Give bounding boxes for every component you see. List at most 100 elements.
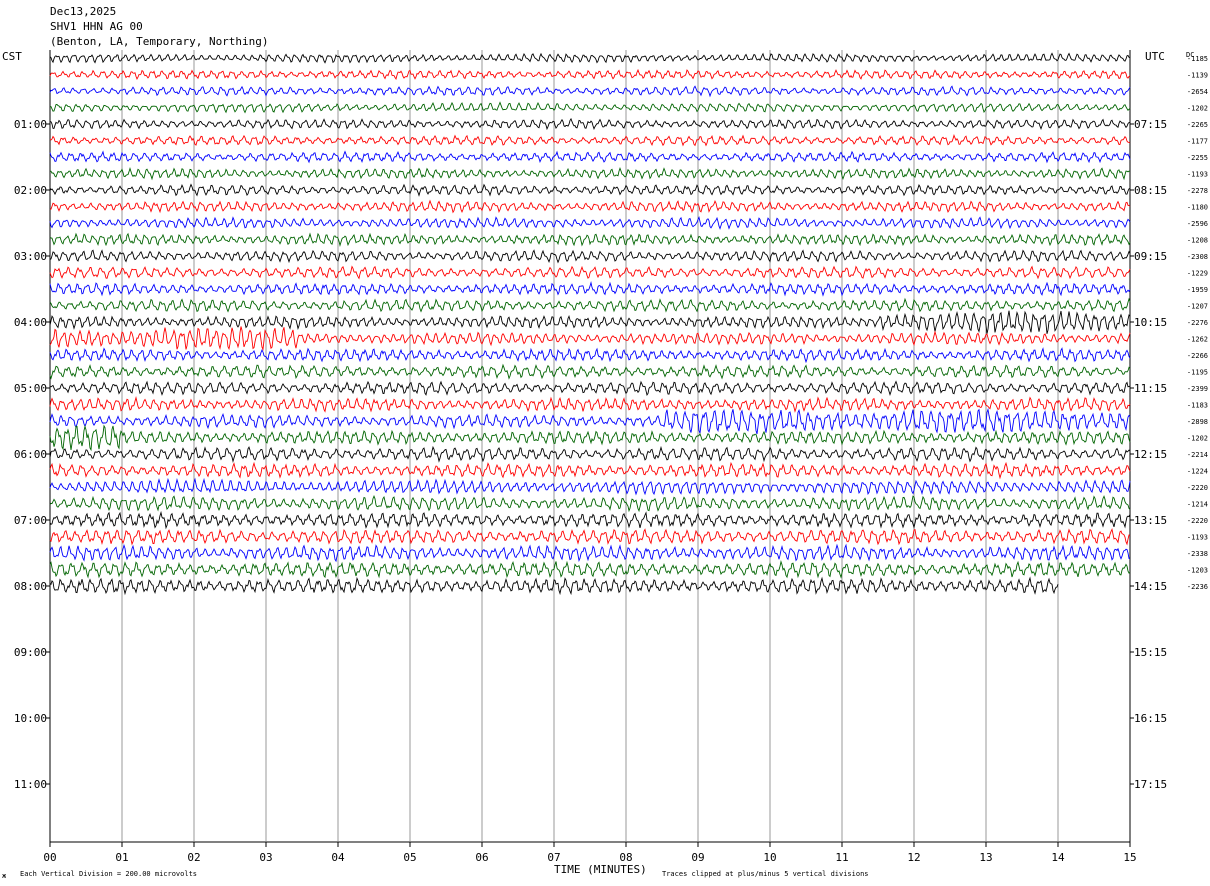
dc-offset-label: -1224: [1187, 468, 1208, 476]
dc-offset-label: -1177: [1187, 138, 1208, 146]
seismic-trace-row: [49, 363, 1131, 380]
dc-offset-label: -1214: [1187, 501, 1208, 509]
x-tick-label: 03: [259, 851, 272, 864]
x-tick-label: 10: [763, 851, 776, 864]
dc-offset-label: -1207: [1187, 303, 1208, 311]
dc-offset-label: -1229: [1187, 270, 1208, 278]
right-hour-label: 07:15: [1134, 118, 1167, 131]
right-hour-label: 15:15: [1134, 646, 1167, 659]
right-hour-label: 16:15: [1134, 712, 1167, 725]
seismic-trace-row: [49, 380, 1131, 396]
dc-offset-label: -1185: [1187, 55, 1208, 63]
dc-offset-label: -1959: [1187, 286, 1208, 294]
seismic-trace-row: [49, 543, 1131, 563]
x-tick-label: 12: [907, 851, 920, 864]
seismic-trace-row: [49, 310, 1131, 334]
corner-logo-icon: ж: [2, 872, 7, 880]
x-tick-label: 09: [691, 851, 704, 864]
dc-offset-label: -1139: [1187, 72, 1208, 80]
right-hour-label: 11:15: [1134, 382, 1167, 395]
dc-offset-label: -1195: [1187, 369, 1208, 377]
x-tick-label: 06: [475, 851, 488, 864]
dc-offset-label: -2654: [1187, 88, 1208, 96]
left-hour-label: 03:00: [14, 250, 47, 263]
left-hour-label: 10:00: [14, 712, 47, 725]
left-hour-label: 07:00: [14, 514, 47, 527]
left-hour-label: 02:00: [14, 184, 47, 197]
left-hour-label: 08:00: [14, 580, 47, 593]
x-tick-label: 04: [331, 851, 345, 864]
division-note: Each Vertical Division = 200.00 microvol…: [20, 870, 198, 878]
dc-offset-label: -1180: [1187, 204, 1208, 212]
dc-offset-label: -2399: [1187, 385, 1208, 393]
x-tick-label: 11: [835, 851, 848, 864]
dc-offset-label: -2214: [1187, 451, 1208, 459]
seismic-trace-row: [49, 232, 1131, 247]
x-axis-title: TIME (MINUTES): [554, 863, 647, 876]
seismic-trace-row: [49, 166, 1131, 181]
x-tick-label: 00: [43, 851, 56, 864]
right-hour-label: 13:15: [1134, 514, 1167, 527]
seismic-trace-row: [49, 183, 1131, 197]
dc-offset-label: -1202: [1187, 105, 1208, 113]
dc-offset-label: -1262: [1187, 336, 1208, 344]
seismic-trace-row: [49, 133, 1131, 147]
x-tick-label: 05: [403, 851, 416, 864]
right-hour-label: 08:15: [1134, 184, 1167, 197]
seismic-trace-row: [49, 396, 1131, 413]
seismic-trace-row: [49, 407, 1131, 435]
left-hour-label: 09:00: [14, 646, 47, 659]
seismic-trace-row: [49, 85, 1131, 98]
dc-offset-label: -1183: [1187, 402, 1208, 410]
left-hour-label: 04:00: [14, 316, 47, 329]
seismic-trace-row: [49, 347, 1131, 364]
dc-offset-label: -1208: [1187, 237, 1208, 245]
x-tick-label: 02: [187, 851, 200, 864]
right-hour-label: 12:15: [1134, 448, 1167, 461]
seismic-trace-row: [49, 424, 1131, 452]
seismic-trace-row: [49, 528, 1131, 546]
dc-offset-label: -1193: [1187, 171, 1208, 179]
right-hour-label: 17:15: [1134, 778, 1167, 791]
seismic-trace-row: [49, 68, 1131, 80]
dc-offset-label: -2278: [1187, 187, 1208, 195]
dc-offset-label: -2898: [1187, 418, 1208, 426]
clip-note: Traces clipped at plus/minus 5 vertical …: [662, 870, 869, 878]
seismic-trace-row: [49, 52, 1131, 64]
dc-offset-label: -2220: [1187, 517, 1208, 525]
dc-offset-label: -1203: [1187, 567, 1208, 575]
left-hour-label: 01:00: [14, 118, 47, 131]
seismic-trace-row: [49, 150, 1131, 164]
seismic-trace-row: [49, 101, 1131, 114]
seismic-trace-row: [49, 249, 1131, 264]
seismic-trace-row: [49, 510, 1131, 530]
x-tick-label: 14: [1051, 851, 1065, 864]
left-hour-label: 06:00: [14, 448, 47, 461]
helicorder-plot: 00 01 02 03 04 05 06 07 08 09 10 11 12 13 14 1501:0002:…: [14, 50, 1208, 864]
seismic-trace-row: [49, 281, 1131, 297]
dc-offset-label: -2220: [1187, 484, 1208, 492]
dc-offset-label: -2308: [1187, 253, 1208, 261]
right-hour-label: 10:15: [1134, 316, 1167, 329]
seismic-trace-row: [49, 117, 1131, 131]
seismic-trace-row: [49, 216, 1131, 230]
dc-offset-label: -2338: [1187, 550, 1208, 558]
dc-offset-label: -2266: [1187, 352, 1208, 360]
seismic-trace-row: [49, 445, 1131, 463]
dc-offset-label: -1202: [1187, 435, 1208, 443]
seismic-trace-row: [49, 265, 1131, 280]
x-tick-label: 15: [1123, 851, 1136, 864]
seismic-trace-row: [49, 461, 1131, 480]
dc-offset-label: -2596: [1187, 220, 1208, 228]
seismic-trace-row: [49, 199, 1131, 214]
dc-offset-label: -1193: [1187, 534, 1208, 542]
x-tick-label: 13: [979, 851, 992, 864]
dc-offset-label: -2276: [1187, 319, 1208, 327]
seismic-trace-row: [49, 559, 1131, 579]
right-hour-label: 09:15: [1134, 250, 1167, 263]
seismic-trace-row: [49, 494, 1131, 513]
seismic-trace-row: [49, 297, 1131, 313]
left-hour-label: 05:00: [14, 382, 47, 395]
left-hour-label: 11:00: [14, 778, 47, 791]
dc-offset-label: -2265: [1187, 121, 1208, 129]
